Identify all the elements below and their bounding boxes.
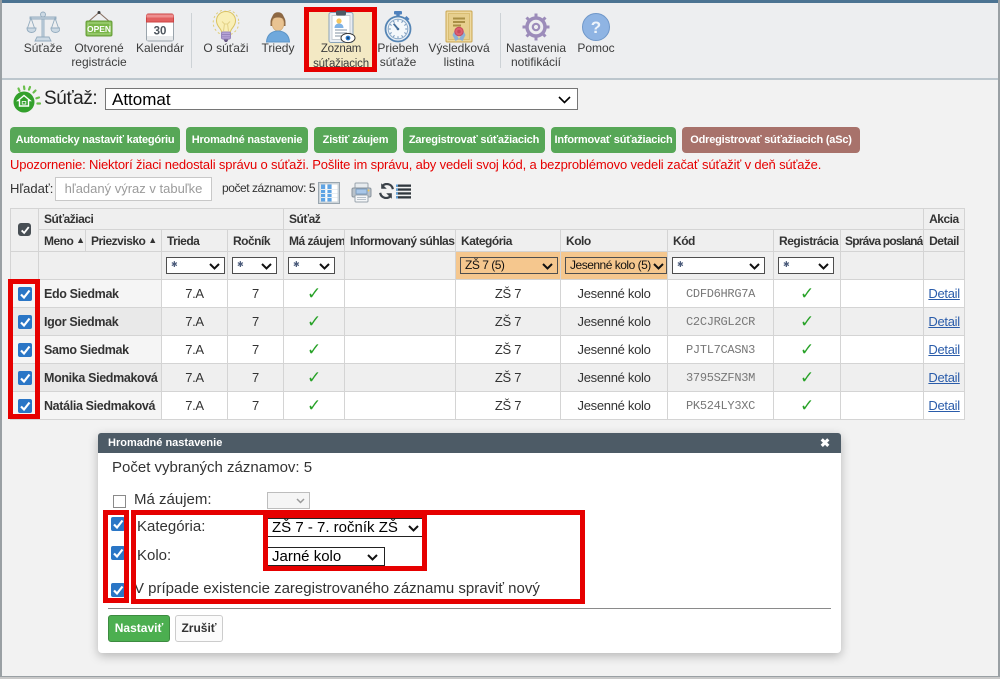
svg-text:30: 30 bbox=[154, 25, 167, 37]
svg-text:?: ? bbox=[591, 18, 601, 37]
svg-text:OPEN: OPEN bbox=[87, 24, 111, 34]
